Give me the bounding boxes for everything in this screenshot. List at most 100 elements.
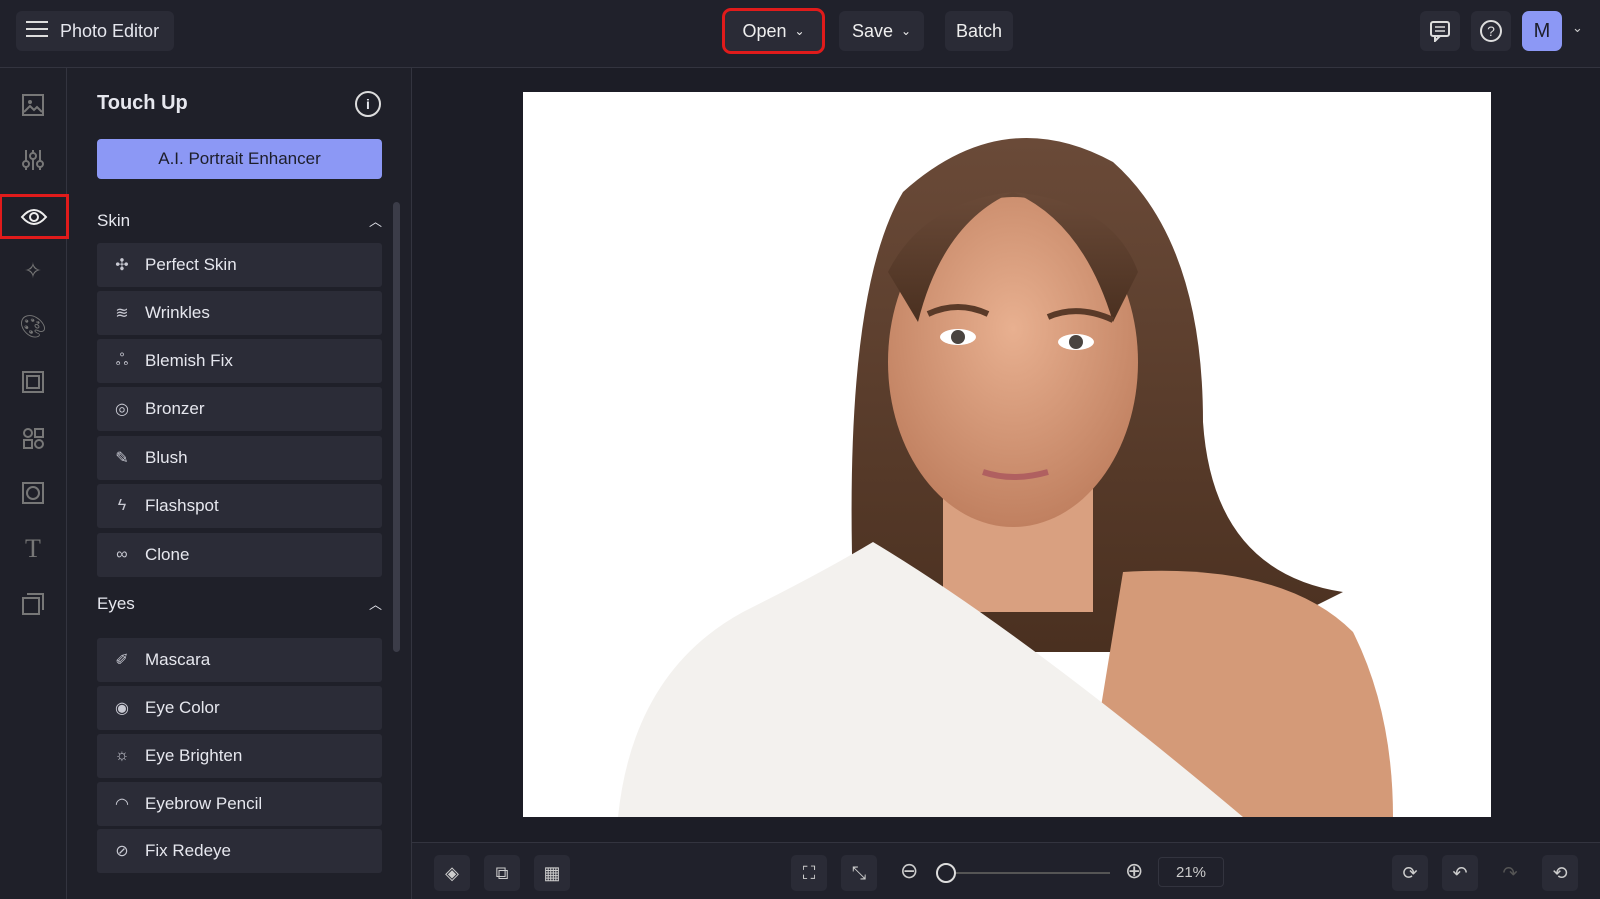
frame-icon [22, 371, 44, 393]
layers-button[interactable]: ◈ [434, 855, 470, 891]
tool-eye-color[interactable]: ◉ Eye Color [97, 686, 382, 730]
hamburger-icon [26, 20, 48, 43]
eye-icon [20, 208, 48, 225]
tool-label: Blush [145, 448, 188, 467]
rail-text[interactable]: T [8, 530, 58, 568]
open-button[interactable]: Open ⌄ [722, 8, 825, 54]
chevron-down-icon: ⌄ [794, 24, 805, 38]
zoom-out-icon[interactable]: ⊖ [900, 858, 918, 884]
palette-icon: 🎨︎ [19, 314, 47, 339]
image-icon [22, 94, 44, 116]
zoom-in-icon[interactable]: ⊕ [1125, 858, 1143, 884]
redo-button[interactable]: ↷ [1492, 855, 1528, 891]
tool-label: Wrinkles [145, 303, 210, 322]
section-eyes-header[interactable]: Eyes ︿ [97, 594, 382, 614]
tool-bronzer[interactable]: ◎ Bronzer [97, 387, 382, 431]
top-bar: Photo Editor Open ⌄ Save ⌄ Batch ? M ⌄ [0, 0, 1600, 68]
save-button[interactable]: Save ⌄ [839, 11, 924, 51]
tool-clone[interactable]: ∞ Clone [97, 533, 382, 577]
zoom-slider-thumb[interactable] [936, 863, 956, 883]
compare-button[interactable]: ⧉ [484, 855, 520, 891]
rail-frames[interactable] [8, 363, 58, 401]
tool-blemish-fix[interactable]: ஃ Blemish Fix [97, 339, 382, 383]
tool-flashspot[interactable]: ϟ Flashspot [97, 484, 382, 528]
rail-effects[interactable]: ✧ [8, 252, 58, 290]
rail-textures[interactable] [8, 585, 58, 623]
layers-icon: ◈ [445, 862, 459, 883]
redeye-icon: ⊘ [115, 843, 129, 860]
zoom-level[interactable]: 21% [1158, 857, 1224, 887]
open-label: Open [742, 20, 787, 41]
account-chevron-icon[interactable]: ⌄ [1572, 20, 1583, 36]
section-label: Eyes [97, 594, 135, 613]
grid-button[interactable]: ▦ [534, 855, 570, 891]
rail-artsy[interactable]: 🎨︎ [8, 308, 58, 346]
mascara-icon: ✐ [115, 652, 129, 669]
canvas-area [412, 68, 1600, 842]
redo-icon: ↷ [1502, 862, 1518, 883]
blemish-icon: ஃ [115, 352, 129, 369]
tool-label: Eye Color [145, 698, 220, 717]
chevron-up-icon: ︿ [368, 597, 382, 612]
help-button[interactable]: ? [1471, 11, 1511, 51]
svg-text:?: ? [1487, 23, 1495, 39]
menu-button[interactable]: Photo Editor [16, 11, 174, 51]
rail-image[interactable] [8, 86, 58, 124]
info-icon[interactable]: i [355, 91, 381, 117]
section-label: Skin [97, 211, 131, 230]
undo-button[interactable]: ↶ [1442, 855, 1478, 891]
feedback-button[interactable] [1420, 11, 1460, 51]
tool-rail: ✧ 🎨︎ T [0, 68, 69, 899]
tool-label: Eye Brighten [145, 746, 243, 765]
tool-label: Flashspot [145, 496, 219, 515]
undo-icon: ↶ [1452, 862, 1468, 883]
tool-mascara[interactable]: ✐ Mascara [97, 638, 382, 682]
zoom-slider[interactable] [945, 872, 1110, 874]
tool-label: Eyebrow Pencil [145, 794, 263, 813]
tool-fix-redeye[interactable]: ⊘ Fix Redeye [97, 829, 382, 873]
compare-icon: ⧉ [495, 862, 509, 883]
tool-blush[interactable]: ✎ Blush [97, 436, 382, 480]
tool-label: Mascara [145, 650, 211, 669]
tool-label: Blemish Fix [145, 351, 233, 370]
rail-adjust[interactable] [8, 141, 58, 179]
lightning-icon: ϟ [117, 497, 127, 514]
expand-icon: ⛶ [802, 862, 816, 883]
chevron-up-icon: ︿ [368, 214, 382, 229]
batch-button[interactable]: Batch [945, 11, 1013, 51]
brush-icon: ✎ [115, 450, 129, 467]
tool-wrinkles[interactable]: ≋ Wrinkles [97, 291, 382, 335]
text-icon: T [25, 534, 41, 563]
sliders-icon [22, 150, 44, 170]
shrink-icon: ⤡ [851, 862, 867, 883]
bronzer-icon: ◎ [115, 401, 129, 418]
actual-size-button[interactable]: ⤡ [841, 855, 877, 891]
history-button[interactable]: ⟲ [1542, 855, 1578, 891]
ai-portrait-enhancer-button[interactable]: A.I. Portrait Enhancer [97, 139, 382, 179]
panel-title: Touch Up [97, 92, 188, 114]
section-skin-header[interactable]: Skin ︿ [97, 211, 382, 231]
fit-screen-button[interactable]: ⛶ [791, 855, 827, 891]
tool-label: Bronzer [145, 399, 205, 418]
user-avatar[interactable]: M [1522, 11, 1562, 51]
grid-icon: ▦ [543, 862, 561, 883]
tool-eye-brighten[interactable]: ☼ Eye Brighten [97, 734, 382, 778]
reset-button[interactable]: ⟳ [1392, 855, 1428, 891]
tool-label: Clone [145, 545, 190, 564]
panel-scrollbar[interactable] [393, 202, 400, 652]
portrait-photo [618, 138, 1393, 817]
chevron-down-icon: ⌄ [900, 24, 912, 38]
rail-overlays[interactable] [8, 474, 58, 512]
photo-canvas[interactable] [523, 92, 1491, 817]
rail-touch-up[interactable] [0, 194, 69, 239]
help-icon: ? [1480, 20, 1502, 42]
tool-perfect-skin[interactable]: ✣ Perfect Skin [97, 243, 382, 287]
batch-label: Batch [955, 20, 1003, 41]
sparkle-icon: ✧ [23, 258, 43, 283]
sun-icon: ☼ [114, 747, 130, 764]
wrinkles-icon: ≋ [115, 305, 129, 322]
rail-graphics[interactable] [8, 419, 58, 457]
touch-up-panel: Touch Up i A.I. Portrait Enhancer Skin ︿ … [67, 68, 412, 899]
comment-icon [1430, 21, 1450, 42]
tool-eyebrow-pencil[interactable]: ◠ Eyebrow Pencil [97, 782, 382, 826]
